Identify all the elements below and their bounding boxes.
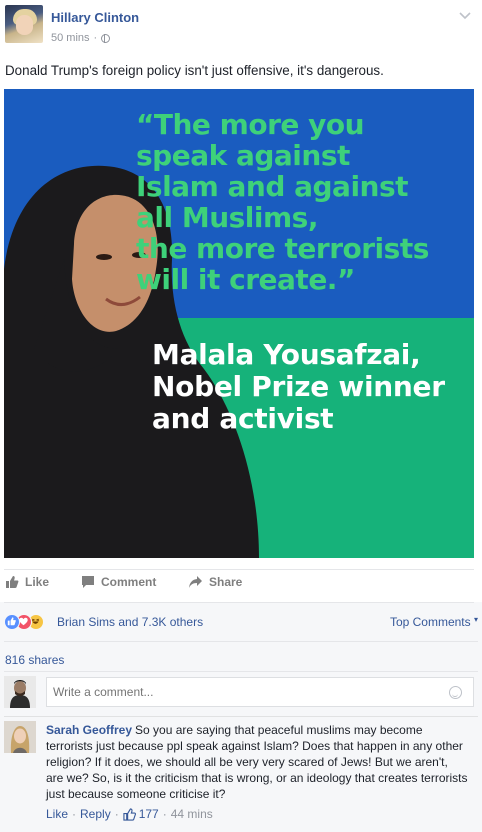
quote-line: “The more you (136, 108, 365, 141)
top-comments-dropdown[interactable]: Top Comments ▾ (390, 615, 478, 629)
comment-like-count[interactable]: 177 (123, 807, 159, 821)
quote-line: all Muslims, (136, 201, 318, 234)
commenter-avatar[interactable] (4, 721, 36, 753)
like-button[interactable]: Like (5, 575, 49, 589)
post-image[interactable]: “The more you speak against Islam and ag… (4, 89, 474, 558)
divider (4, 569, 474, 570)
comment-time[interactable]: 44 mins (171, 807, 213, 821)
reactions-row: Brian Sims and 7.3K others Top Comments … (4, 612, 478, 632)
comment-like-link[interactable]: Like (46, 807, 68, 821)
like-label: Like (25, 575, 50, 589)
reaction-icons[interactable] (4, 614, 54, 630)
attribution-line: Nobel Prize winner (152, 370, 445, 403)
divider (4, 716, 478, 717)
quote-text: “The more you speak against Islam and ag… (136, 109, 474, 295)
post-text: Donald Trump's foreign policy isn't just… (5, 63, 384, 78)
comment-separator: · (114, 807, 119, 821)
comment-composer (4, 676, 478, 708)
divider (4, 602, 474, 603)
quote-line: Islam and against (136, 170, 409, 203)
post-actions: Like Comment Share (0, 575, 482, 597)
comment-label: Comment (101, 575, 157, 589)
post-meta: 50 mins · (51, 32, 111, 44)
comment-input[interactable] (46, 677, 474, 707)
comment-reply-link[interactable]: Reply (80, 807, 111, 821)
comment-actions: Like · Reply · 177 · 44 mins (46, 807, 213, 821)
comment-separator: · (162, 807, 167, 821)
divider (4, 671, 478, 672)
caret-down-icon: ▾ (473, 615, 478, 624)
shares-count[interactable]: 816 shares (5, 653, 64, 667)
post-time[interactable]: 50 mins (51, 32, 90, 44)
user-photo (4, 676, 36, 708)
thumbs-up-icon (123, 807, 136, 821)
like-reaction-icon (4, 614, 20, 630)
attribution-line: and activist (152, 402, 334, 435)
commenter-photo (4, 721, 36, 753)
comment-button[interactable]: Comment (81, 575, 156, 589)
top-comments-label: Top Comments (389, 615, 471, 629)
comment-separator: · (72, 807, 77, 821)
globe-icon[interactable] (101, 33, 111, 43)
attribution-text: Malala Yousafzai, Nobel Prize winner and… (152, 339, 472, 435)
quote-line: speak against (136, 139, 350, 172)
reactions-summary[interactable]: Brian Sims and 7.3K others (57, 615, 203, 629)
share-icon (189, 576, 202, 588)
quote-line: will it create.” (136, 263, 355, 296)
author-name[interactable]: Hillary Clinton (51, 10, 139, 25)
attribution-line: Malala Yousafzai, (152, 338, 421, 371)
quote-line: the more terrorists (136, 232, 429, 265)
post-header: Hillary Clinton 50 mins · (0, 0, 482, 56)
author-avatar[interactable] (5, 5, 43, 43)
divider (4, 641, 478, 642)
chevron-down-icon[interactable] (458, 8, 472, 22)
like-count-value: 177 (138, 807, 159, 821)
current-user-avatar[interactable] (4, 676, 36, 708)
comment-icon (82, 576, 94, 588)
meta-separator: · (93, 32, 98, 44)
commenter-name[interactable]: Sarah Geoffrey (46, 723, 132, 737)
thumbs-up-icon (6, 576, 19, 588)
emoji-icon[interactable] (449, 686, 462, 699)
share-label: Share (209, 575, 243, 589)
comment-body: Sarah Geoffrey So you are saying that pea… (46, 722, 468, 802)
share-button[interactable]: Share (188, 575, 242, 589)
